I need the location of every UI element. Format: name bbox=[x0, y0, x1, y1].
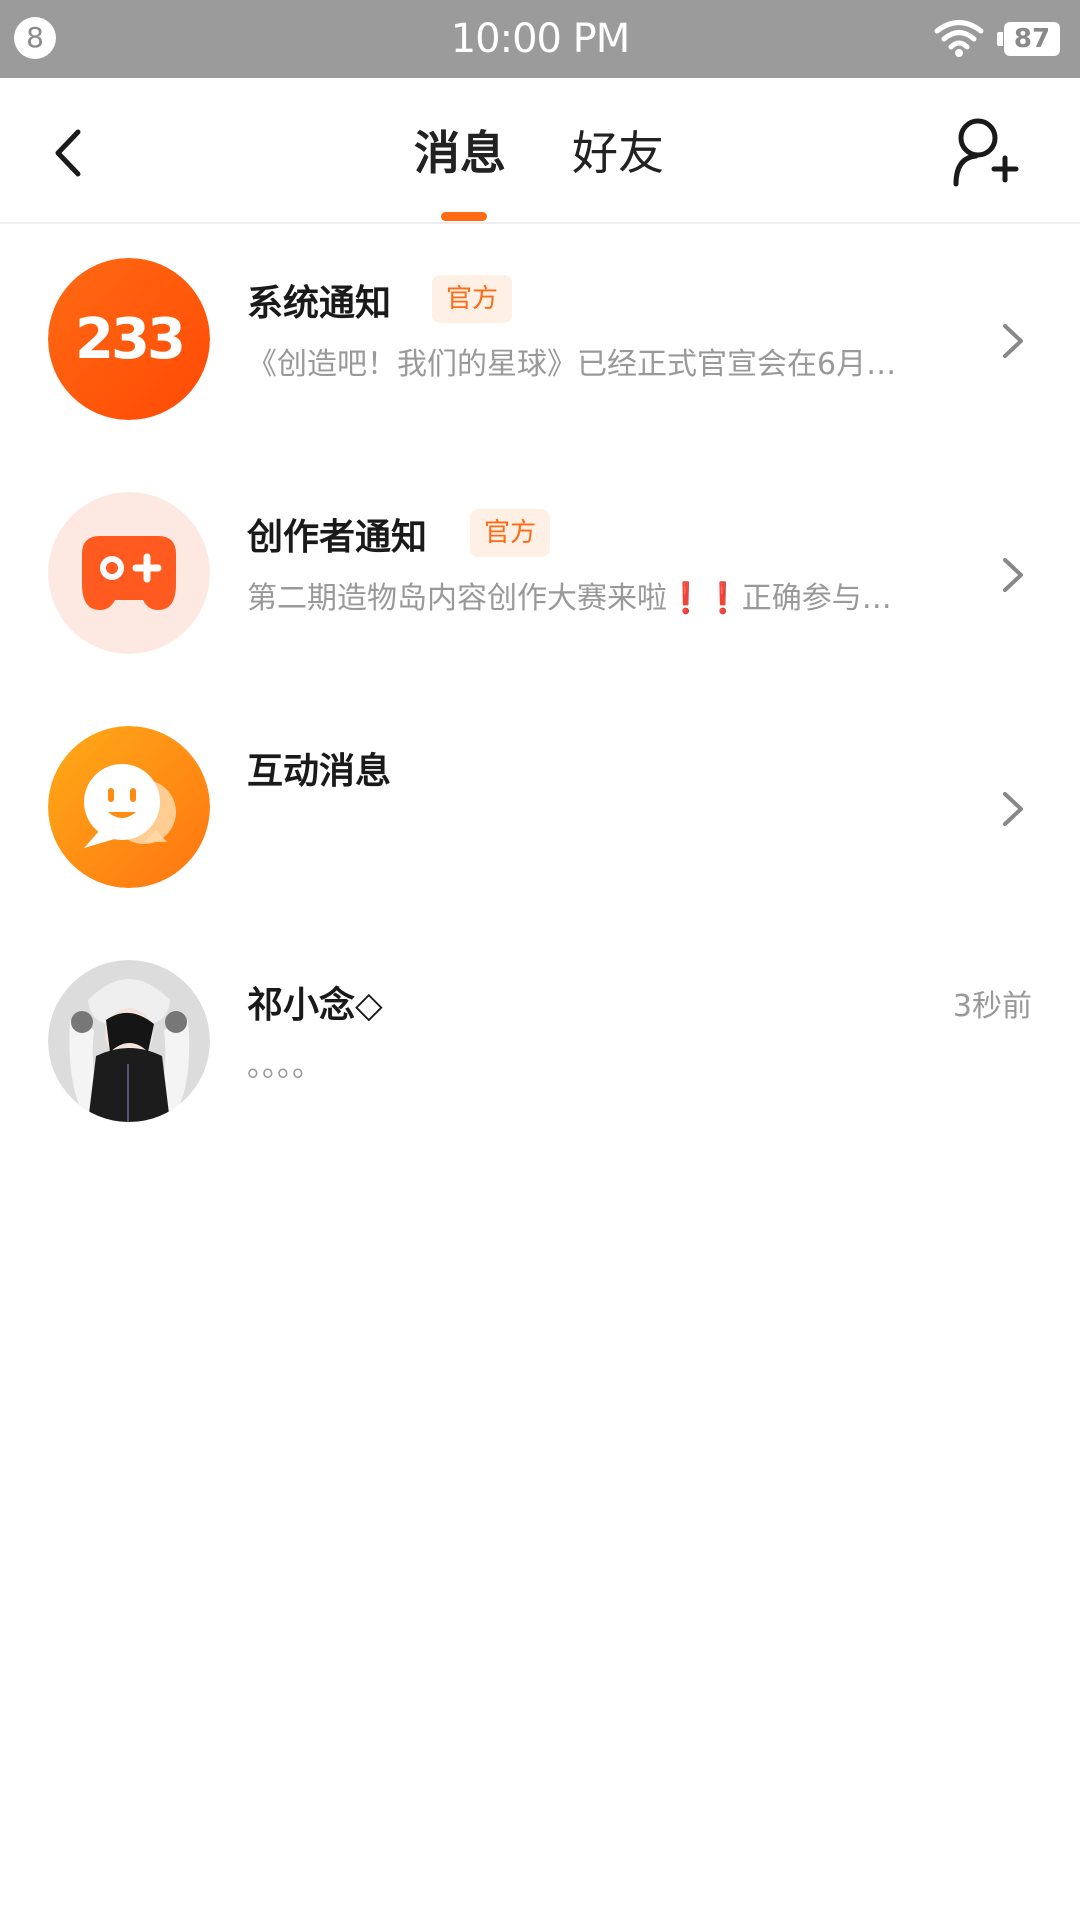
active-tab-indicator bbox=[441, 212, 487, 221]
battery-icon: 87 bbox=[997, 22, 1060, 56]
item-title: 祁小念◇ bbox=[247, 985, 383, 1026]
tab-messages[interactable]: 消息 bbox=[414, 118, 506, 188]
status-time: 10:00 PM bbox=[450, 16, 631, 62]
user-avatar bbox=[48, 960, 210, 1122]
add-user-icon[interactable] bbox=[950, 114, 1020, 190]
message-list: 233 系统通知 官方 《创造吧！我们的星球》已经正式官宣会在6月… 创作者通知… bbox=[0, 224, 1080, 1160]
list-item-interaction[interactable]: 互动消息 bbox=[0, 692, 1080, 926]
item-title: 创作者通知 bbox=[247, 517, 428, 558]
item-title: 系统通知 bbox=[247, 283, 392, 324]
chevron-right-icon bbox=[1003, 792, 1023, 826]
233-logo-icon: 233 bbox=[48, 258, 210, 420]
item-preview: 。。。。 bbox=[247, 1049, 322, 1084]
svg-text:233: 233 bbox=[75, 307, 183, 372]
list-item-creator-notice[interactable]: 创作者通知 官方 第二期造物岛内容创作大赛来啦❗❗正确参与… bbox=[0, 458, 1080, 692]
back-button[interactable] bbox=[40, 118, 100, 188]
official-badge: 官方 bbox=[432, 275, 513, 323]
item-title: 互动消息 bbox=[247, 751, 392, 792]
chevron-right-icon bbox=[1003, 558, 1023, 592]
list-item-system-notice[interactable]: 233 系统通知 官方 《创造吧！我们的星球》已经正式官宣会在6月… bbox=[0, 224, 1080, 458]
official-badge: 官方 bbox=[470, 509, 551, 557]
item-timestamp: 3秒前 bbox=[952, 989, 1032, 1024]
gamepad-icon bbox=[48, 492, 210, 654]
chevron-right-icon bbox=[1003, 324, 1023, 358]
item-preview: 第二期造物岛内容创作大赛来啦❗❗正确参与… bbox=[247, 581, 892, 616]
tab-friends[interactable]: 好友 bbox=[572, 118, 664, 188]
item-preview: 《创造吧！我们的星球》已经正式官宣会在6月… bbox=[247, 347, 897, 382]
header: 消息 好友 bbox=[0, 78, 1080, 224]
chat-bubble-icon bbox=[48, 726, 210, 888]
list-item-user-chat[interactable]: 祁小念◇ 3秒前 。。。。 bbox=[0, 926, 1080, 1160]
status-bar: 8 10:00 PM 87 bbox=[0, 0, 1080, 78]
wifi-icon bbox=[934, 20, 984, 57]
